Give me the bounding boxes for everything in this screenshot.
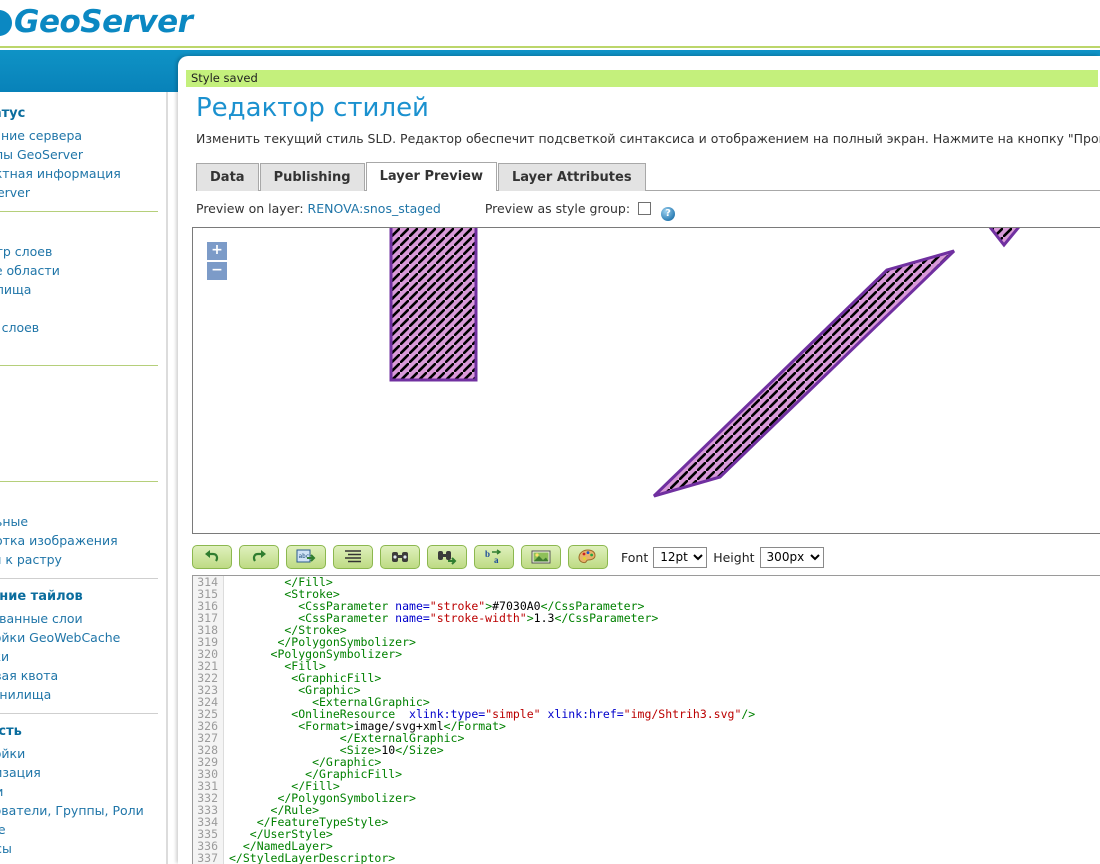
reformat-icon[interactable] (333, 545, 373, 569)
page-description: Изменить текущий стиль SLD. Редактор обе… (196, 131, 1100, 146)
sidebar-item-0-1[interactable]: урналы GeoServer (0, 145, 168, 164)
editor-toolbar: abc b a Font 12pt Height 300px (192, 543, 1100, 571)
editor-height-select[interactable]: 200px300px400px500px (759, 546, 824, 568)
palette-icon[interactable] (568, 545, 608, 569)
sidebar-item-1-3[interactable]: лои (0, 299, 168, 318)
find-next-icon[interactable] (427, 545, 467, 569)
preview-layer-link[interactable]: RENOVA:snos_staged (308, 201, 441, 216)
redo-icon[interactable] (239, 545, 279, 569)
style-group-label: Preview as style group: (484, 201, 631, 216)
font-size-select[interactable]: 8pt10pt12pt14pt16pt (653, 546, 708, 568)
map-polygon-2 (652, 249, 956, 498)
sidebar-heading: ойки (0, 482, 168, 512)
svg-text:a: a (494, 555, 499, 565)
sidebar-item-2-1[interactable]: FS (0, 415, 168, 434)
sidebar-item-0-3[interactable]: GeoServer (0, 183, 168, 202)
brand-name: GeoServer (14, 4, 193, 40)
layer-preview-map[interactable]: + − (192, 227, 1100, 534)
sidebar-item-4-1[interactable]: астройки GeoWebCache (0, 628, 168, 647)
replace-icon[interactable]: b a (474, 545, 514, 569)
sidebar-heading: ые (0, 212, 168, 242)
help-icon[interactable]: ? (661, 207, 676, 221)
sidebar-item-2-2[interactable]: MS (0, 434, 168, 453)
sidebar-item-1-4[interactable]: уппы слоев (0, 318, 168, 337)
preview-controls-row: Preview on layer: RENOVA:snos_staged Pre… (196, 201, 1100, 221)
tab-publishing[interactable]: Publishing (259, 163, 365, 191)
sidebar-item-3-0[interactable]: обальные (0, 512, 168, 531)
sidebar-item-5-5[interactable]: ервисы (0, 839, 168, 858)
sidebar-item-5-3[interactable]: ользователи, Группы, Роли (0, 801, 168, 820)
code-line: 320 <PolygonSymbolizer> (193, 648, 1100, 660)
map-features (389, 228, 1020, 498)
sidebar-item-1-0[interactable]: осмотр слоев (0, 242, 168, 261)
svg-text:b: b (485, 549, 490, 559)
tab-layer-preview[interactable]: Layer Preview (365, 162, 497, 191)
main-panel: Style saved Редактор стилей Изменить тек… (178, 56, 1100, 864)
geoserver-globe-icon (0, 10, 12, 36)
map-polygon-1 (389, 228, 478, 382)
sidebar-heading: рование тайлов (0, 589, 83, 604)
find-icon[interactable] (380, 545, 420, 569)
page-title: Редактор стилей (196, 93, 429, 123)
sidebar-item-4-2[interactable]: осетки (0, 647, 168, 666)
sidebar-item-4-3[interactable]: исковая квота (0, 666, 168, 685)
sld-code-editor[interactable]: 314 </Fill> 315 <Stroke> 316 <CssParameter… (192, 575, 1100, 864)
sidebar-item-2-0[interactable]: CS (0, 396, 168, 415)
sidebar-item-0-2[interactable]: онтактная информация (0, 164, 168, 183)
tab-bar: Data Publishing Layer Preview Layer Attribu… (196, 162, 1100, 191)
undo-icon[interactable] (192, 545, 232, 569)
sidebar-item-0-0[interactable]: остояние сервера (0, 126, 168, 145)
sidebar-item-3-2[interactable]: оступ к растру (0, 550, 168, 569)
sidebar-item-3-1[interactable]: бработка изображения (0, 531, 168, 550)
sidebar: и статус остояние сервераурналы GeoServer… (0, 92, 168, 864)
tab-data[interactable]: Data (196, 163, 259, 191)
sidebar-item-4-4[interactable]: b-хранилища (0, 685, 168, 704)
sidebar-item-1-5[interactable]: или (0, 337, 168, 356)
sidebar-heading: асность (0, 724, 22, 739)
goto-line-icon[interactable]: abc (286, 545, 326, 569)
sidebar-item-5-4[interactable]: анные (0, 820, 168, 839)
sidebar-heading: бы (0, 366, 168, 396)
sidebar-heading: и статус (0, 106, 26, 121)
sidebar-item-1-2[interactable]: ранилища (0, 280, 168, 299)
line-content[interactable]: </StyledLayerDescriptor> (224, 852, 395, 864)
style-group-checkbox[interactable] (638, 202, 652, 215)
sidebar-item-5-2[interactable]: ароли (0, 782, 168, 801)
sidebar-item-5-0[interactable]: астройки (0, 744, 168, 763)
tab-layer-attributes[interactable]: Layer Attributes (497, 163, 646, 191)
sidebar-item-5-1[interactable]: вторизация (0, 763, 168, 782)
map-polygon-3 (988, 228, 1020, 248)
code-line: 337 </StyledLayerDescriptor> (193, 852, 1100, 864)
font-label: Font (621, 549, 649, 565)
sidebar-item-1-1[interactable]: бочие области (0, 261, 168, 280)
brand-header: GeoServer (0, 0, 1100, 48)
height-label: Height (713, 549, 755, 565)
sidebar-item-4-0[interactable]: шированные слои (0, 609, 168, 628)
code-line: 332 </PolygonSymbolizer> (193, 792, 1100, 804)
fullscreen-icon[interactable] (521, 545, 561, 569)
sidebar-item-2-3[interactable]: MTS (0, 453, 168, 472)
preview-on-layer-label: Preview on layer: (196, 201, 304, 216)
flash-message: Style saved (186, 70, 1098, 87)
sidebar-divider (166, 92, 168, 864)
